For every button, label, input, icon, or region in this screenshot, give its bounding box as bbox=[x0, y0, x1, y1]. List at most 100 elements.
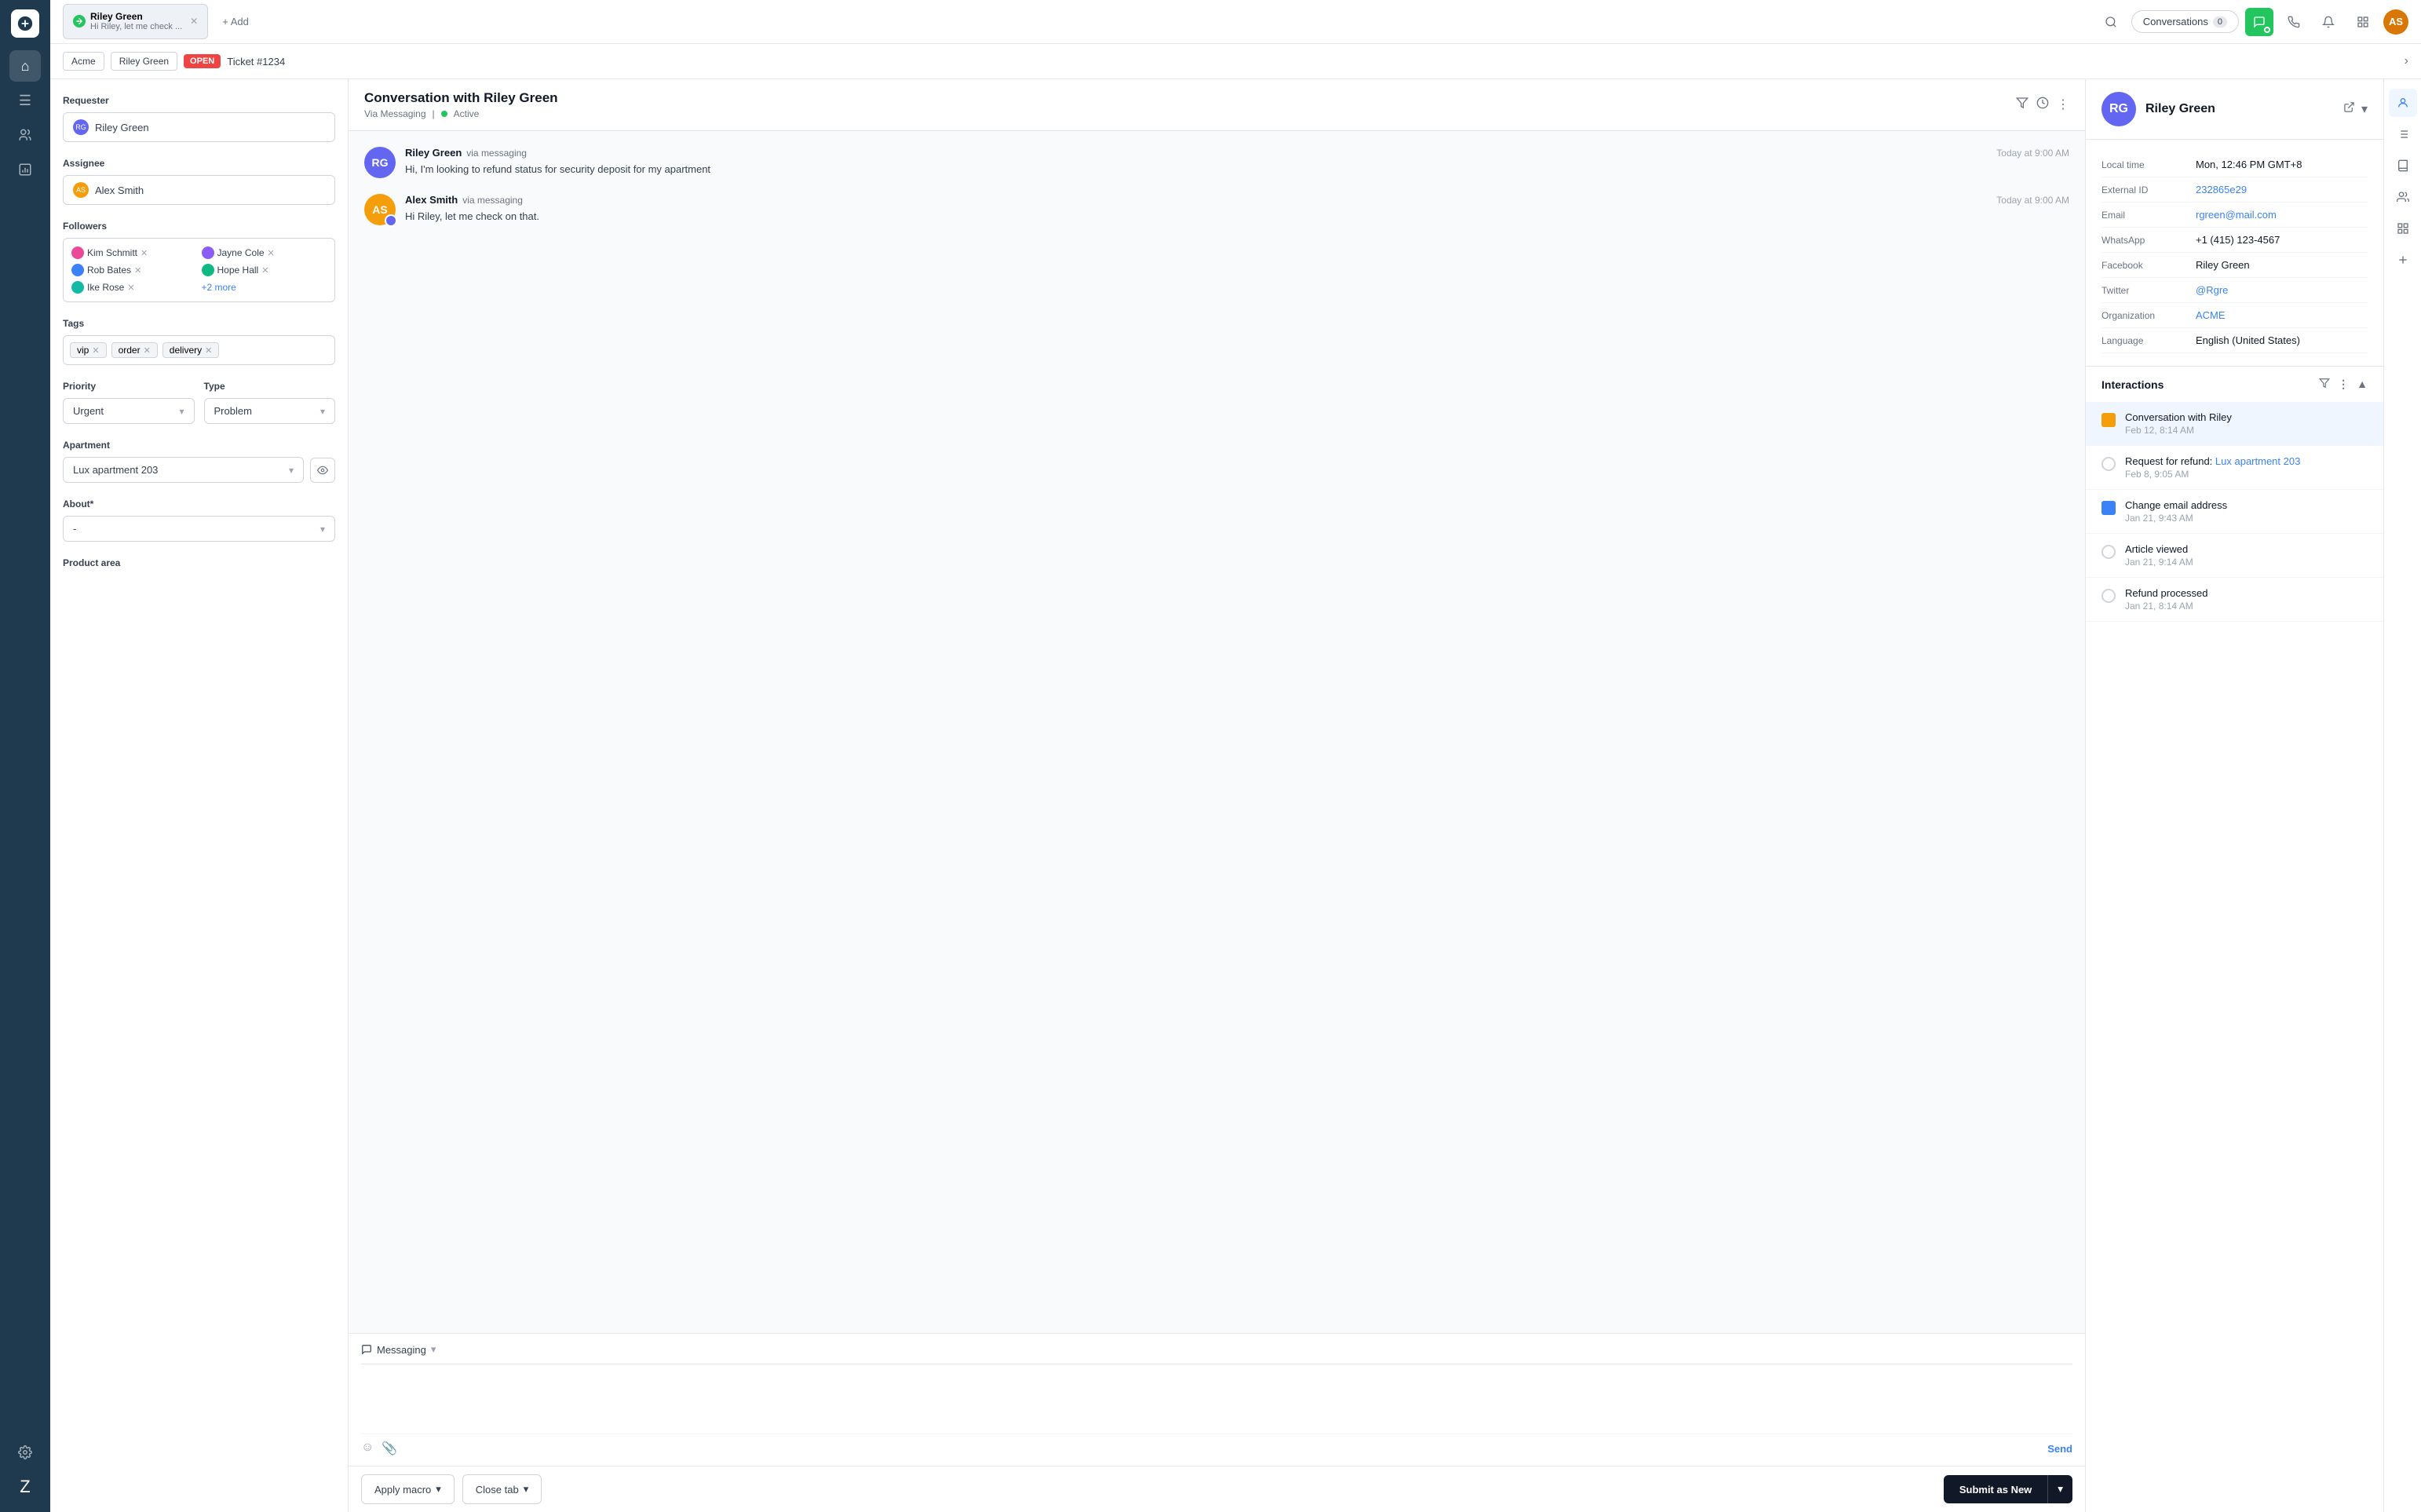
external-link-icon[interactable] bbox=[2343, 101, 2355, 117]
tag-vip: vip ✕ bbox=[70, 342, 107, 358]
messages-area: RG Riley Green via messaging Today at 9:… bbox=[349, 131, 2085, 1333]
follower-ike-rose: Ike Rose ✕ bbox=[71, 281, 197, 294]
apartment-row: Lux apartment 203 ▾ bbox=[63, 457, 335, 483]
conversations-btn[interactable]: Conversations 0 bbox=[2131, 10, 2239, 33]
search-btn[interactable] bbox=[2097, 8, 2125, 36]
rs-grid-icon[interactable] bbox=[2389, 214, 2417, 243]
apply-macro-button[interactable]: Apply macro ▾ bbox=[361, 1474, 455, 1504]
nav-zendesk[interactable]: Z bbox=[9, 1471, 41, 1503]
send-button[interactable]: Send bbox=[2047, 1443, 2072, 1455]
tab-close-btn[interactable]: ✕ bbox=[190, 16, 198, 27]
follower-kim-schmitt: Kim Schmitt ✕ bbox=[71, 247, 197, 259]
nav-home[interactable]: ⌂ bbox=[9, 50, 41, 82]
interactions-header[interactable]: Interactions ⋮ ▲ bbox=[2086, 367, 2383, 402]
breadcrumb-org[interactable]: Acme bbox=[63, 52, 104, 71]
interaction-item-1[interactable]: Conversation with Riley Feb 12, 8:14 AM bbox=[2086, 402, 2383, 446]
contact-row-externalid: External ID 232865e29 bbox=[2101, 177, 2368, 203]
interaction-icon-5 bbox=[2101, 589, 2116, 603]
collapse-icon[interactable]: ▾ bbox=[2361, 101, 2368, 117]
filter-icon[interactable] bbox=[2016, 97, 2028, 113]
attachment-icon[interactable]: 📎 bbox=[382, 1441, 397, 1456]
add-tab-btn[interactable]: + Add bbox=[214, 11, 257, 32]
submit-group: Submit as New ▾ bbox=[1944, 1475, 2072, 1503]
product-area-group: Product area bbox=[63, 557, 335, 568]
message-header-2: Alex Smith via messaging Today at 9:00 A… bbox=[405, 194, 2069, 206]
interaction-content-5: Refund processed Jan 21, 8:14 AM bbox=[2125, 587, 2368, 612]
submit-dropdown-button[interactable]: ▾ bbox=[2047, 1475, 2072, 1503]
follower-remove[interactable]: ✕ bbox=[268, 248, 275, 258]
contact-row-twitter: Twitter @Rgre bbox=[2101, 278, 2368, 303]
reply-tools: ☺ 📎 bbox=[361, 1441, 397, 1456]
type-chevron: ▾ bbox=[320, 406, 325, 417]
type-select[interactable]: Problem ▾ bbox=[204, 398, 336, 424]
interaction-item-4[interactable]: Article viewed Jan 21, 9:14 AM bbox=[2086, 534, 2383, 578]
message-via-1: via messaging bbox=[466, 148, 527, 159]
rs-add-icon[interactable] bbox=[2389, 246, 2417, 274]
apartment-select[interactable]: Lux apartment 203 ▾ bbox=[63, 457, 304, 483]
compose-btn[interactable] bbox=[2245, 8, 2273, 36]
notifications-btn[interactable] bbox=[2314, 8, 2342, 36]
tag-delivery-remove[interactable]: ✕ bbox=[205, 345, 212, 356]
expand-btn[interactable]: › bbox=[2405, 54, 2408, 68]
rs-people-icon[interactable] bbox=[2389, 183, 2417, 211]
interactions-collapse-icon[interactable]: ▲ bbox=[2357, 378, 2368, 391]
rs-user-icon[interactable] bbox=[2389, 89, 2417, 117]
interaction-item-2[interactable]: Request for refund: Lux apartment 203 Fe… bbox=[2086, 446, 2383, 490]
reply-input-area[interactable] bbox=[361, 1371, 2072, 1433]
follower-remove[interactable]: ✕ bbox=[141, 248, 148, 258]
interactions-filter-icon[interactable] bbox=[2319, 378, 2330, 391]
apartment-eye-btn[interactable] bbox=[310, 458, 335, 483]
close-tab-button[interactable]: Close tab ▾ bbox=[462, 1474, 542, 1504]
tag-delivery: delivery ✕ bbox=[162, 342, 220, 358]
followers-more[interactable]: +2 more bbox=[202, 282, 327, 293]
interaction-item-3[interactable]: Change email address Jan 21, 9:43 AM bbox=[2086, 490, 2383, 534]
interaction-title-3: Change email address bbox=[2125, 499, 2368, 511]
contact-row-organization: Organization ACME bbox=[2101, 303, 2368, 328]
phone-btn[interactable] bbox=[2280, 8, 2308, 36]
follower-remove[interactable]: ✕ bbox=[261, 265, 268, 276]
submit-as-new-button[interactable]: Submit as New bbox=[1944, 1475, 2047, 1503]
user-avatar[interactable]: AS bbox=[2383, 9, 2408, 35]
emoji-icon[interactable]: ☺ bbox=[361, 1441, 374, 1456]
interaction-link-2[interactable]: Lux apartment 203 bbox=[2215, 455, 2300, 467]
grid-btn[interactable] bbox=[2349, 8, 2377, 36]
tags-container[interactable]: vip ✕ order ✕ delivery ✕ bbox=[63, 335, 335, 365]
conversation-panel: Conversation with Riley Green Via Messag… bbox=[349, 79, 2085, 1512]
nav-settings[interactable] bbox=[9, 1437, 41, 1468]
nav-reports[interactable] bbox=[9, 154, 41, 185]
about-select[interactable]: - ▾ bbox=[63, 516, 335, 542]
followers-group: Followers Kim Schmitt ✕ Jayne Cole ✕ bbox=[63, 221, 335, 302]
interactions-more-icon[interactable]: ⋮ bbox=[2338, 378, 2349, 391]
priority-select[interactable]: Urgent ▾ bbox=[63, 398, 195, 424]
reply-channel-selector[interactable]: Messaging ▾ bbox=[361, 1343, 2072, 1364]
top-bar: Riley Green Hi Riley, let me check ... ✕… bbox=[50, 0, 2421, 44]
tag-vip-remove[interactable]: ✕ bbox=[92, 345, 99, 356]
more-icon[interactable]: ⋮ bbox=[2057, 97, 2069, 113]
top-bar-right: Conversations 0 AS bbox=[2097, 8, 2408, 36]
requester-input[interactable]: RG Riley Green bbox=[63, 112, 335, 142]
contact-row-language: Language English (United States) bbox=[2101, 328, 2368, 353]
priority-label: Priority bbox=[63, 381, 195, 392]
interaction-title-1: Conversation with Riley bbox=[2125, 411, 2368, 423]
follower-remove[interactable]: ✕ bbox=[134, 265, 141, 276]
tab-status-icon bbox=[73, 15, 86, 27]
conversation-title: Conversation with Riley Green bbox=[364, 90, 558, 106]
current-tab[interactable]: Riley Green Hi Riley, let me check ... ✕ bbox=[63, 4, 208, 40]
nav-tickets[interactable]: ☰ bbox=[9, 85, 41, 116]
rs-list-icon[interactable] bbox=[2389, 120, 2417, 148]
interaction-date-3: Jan 21, 9:43 AM bbox=[2125, 513, 2368, 524]
follower-remove[interactable]: ✕ bbox=[127, 283, 134, 293]
assignee-input[interactable]: AS Alex Smith bbox=[63, 175, 335, 205]
agent-badge bbox=[385, 214, 397, 227]
nav-users[interactable] bbox=[9, 119, 41, 151]
conv-status: Active bbox=[454, 108, 480, 119]
rs-book-icon[interactable] bbox=[2389, 152, 2417, 180]
breadcrumb-user[interactable]: Riley Green bbox=[111, 52, 177, 71]
breadcrumb-ticket: Ticket #1234 bbox=[227, 56, 285, 68]
tag-order-remove[interactable]: ✕ bbox=[144, 345, 151, 356]
about-label: About* bbox=[63, 499, 335, 509]
tab-subtitle: Hi Riley, let me check ... bbox=[90, 22, 182, 32]
followers-container: Kim Schmitt ✕ Jayne Cole ✕ Rob Bates ✕ bbox=[63, 238, 335, 302]
history-icon[interactable] bbox=[2036, 97, 2049, 113]
interaction-item-5[interactable]: Refund processed Jan 21, 8:14 AM bbox=[2086, 578, 2383, 622]
